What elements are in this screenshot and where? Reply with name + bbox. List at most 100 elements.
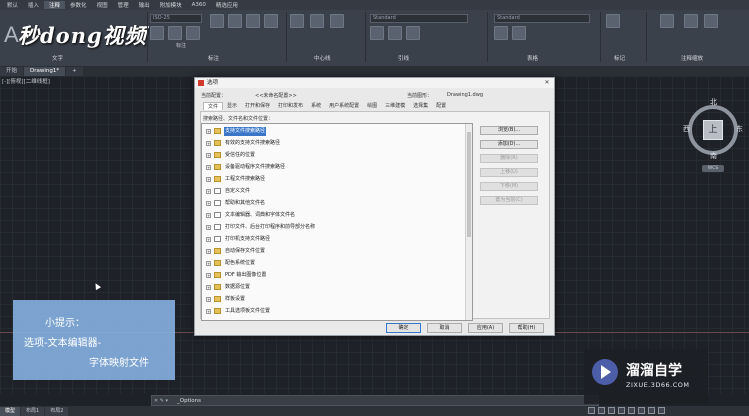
aligned-dim-icon[interactable] (168, 26, 182, 40)
command-line-icons[interactable]: ✕ ✎ ▾ (154, 398, 168, 404)
expand-icon[interactable]: + (206, 189, 211, 194)
tree-item[interactable]: + 文本编辑器、词典和字体文件名 (202, 211, 465, 220)
ortho-icon[interactable] (608, 407, 615, 414)
linear-dim-icon[interactable] (150, 26, 164, 40)
tab-files[interactable]: 文件 (203, 102, 224, 110)
leader-style-combo[interactable]: Standard (370, 14, 468, 23)
table-style-combo[interactable]: Standard (494, 14, 590, 23)
viewcube-east[interactable]: 东 (736, 124, 743, 134)
tab-layout2[interactable]: 布局2 (45, 406, 69, 416)
tab-profiles[interactable]: 配置 (432, 102, 450, 110)
tab-selection[interactable]: 选择集 (409, 102, 432, 110)
osnap-icon[interactable] (628, 407, 635, 414)
tab-start[interactable]: 开始 (0, 67, 24, 76)
menu-item-output[interactable]: 输出 (134, 1, 155, 9)
tree-item[interactable]: + 支持文件搜索路径 (202, 127, 465, 136)
browse-button[interactable]: 浏览(B)... (480, 126, 538, 135)
tree-item[interactable]: + 打印文件、后台打印程序和前导部分名称 (202, 223, 465, 232)
panel-label-text[interactable]: 文字 (52, 54, 63, 62)
tab-user-preferences[interactable]: 用户系统配置 (325, 102, 363, 110)
menu-item-view[interactable]: 视图 (92, 1, 113, 9)
viewport-controls[interactable]: [-][俯视][二维线框] (2, 77, 50, 85)
annotation-scale-icon[interactable] (660, 14, 674, 28)
snap-icon[interactable] (598, 407, 605, 414)
viewcube-west[interactable]: 西 (683, 124, 690, 134)
dim-break-icon[interactable] (210, 14, 224, 28)
expand-icon[interactable]: + (206, 249, 211, 254)
tree-item[interactable]: + 工具选项板文件位置 (202, 307, 465, 316)
menu-item-parametric[interactable]: 参数化 (65, 1, 92, 9)
polar-icon[interactable] (618, 407, 625, 414)
tree-item[interactable]: + PDF 输出图像位置 (202, 271, 465, 280)
centerline-icon[interactable] (310, 14, 324, 28)
help-button[interactable]: 帮助(H) (509, 323, 544, 333)
add-button[interactable]: 添加(D)... (480, 140, 538, 149)
tab-layout1[interactable]: 布局1 (21, 406, 45, 416)
sync-scale-icon[interactable] (704, 14, 718, 28)
expand-icon[interactable]: + (206, 129, 211, 134)
dim-override-icon[interactable] (264, 14, 278, 28)
expand-icon[interactable]: + (206, 177, 211, 182)
remove-button[interactable]: 删除(R) (480, 154, 538, 163)
multiline-text-icon[interactable]: A (4, 22, 19, 48)
tab-system[interactable]: 系统 (307, 102, 325, 110)
expand-icon[interactable]: + (206, 141, 211, 146)
scrollbar-thumb[interactable] (467, 132, 471, 237)
expand-icon[interactable]: + (206, 273, 211, 278)
align-leader-icon[interactable] (406, 26, 420, 40)
tree-item[interactable]: + 数据源位置 (202, 283, 465, 292)
lineweight-icon[interactable] (638, 407, 645, 414)
viewcube[interactable]: 上 北 南 东 西 WCS (682, 95, 746, 175)
tree-scrollbar[interactable] (465, 124, 472, 320)
viewcube-south[interactable]: 南 (710, 151, 717, 161)
panel-label-tables[interactable]: 表格 (527, 54, 538, 62)
expand-icon[interactable]: + (206, 153, 211, 158)
grid-icon[interactable] (588, 407, 595, 414)
dim-space-icon[interactable] (228, 14, 242, 28)
tab-drafting[interactable]: 绘图 (363, 102, 381, 110)
new-tab-button[interactable]: + (66, 67, 83, 76)
close-icon[interactable]: ✕ (543, 79, 551, 87)
dim-style-combo[interactable]: ISO-25 (150, 14, 202, 23)
panel-label-leaders[interactable]: 引线 (398, 54, 409, 62)
add-leader-icon[interactable] (370, 26, 384, 40)
table-icon[interactable] (494, 26, 508, 40)
remove-leader-icon[interactable] (388, 26, 402, 40)
tree-item[interactable]: + 设备驱动程序文件搜索路径 (202, 163, 465, 172)
dim-small-label[interactable]: 标注 (176, 42, 186, 49)
tree-item[interactable]: + 配色系统位置 (202, 259, 465, 268)
center-mark-icon[interactable] (290, 14, 304, 28)
tab-model[interactable]: 模型 (0, 406, 21, 416)
tree-item[interactable]: + 工程文件搜索路径 (202, 175, 465, 184)
expand-icon[interactable]: + (206, 261, 211, 266)
menu-item-addins[interactable]: 附加模块 (155, 1, 187, 9)
cancel-button[interactable]: 取消 (427, 323, 462, 333)
expand-icon[interactable]: + (206, 225, 211, 230)
expand-icon[interactable]: + (206, 309, 211, 314)
dim-adjust-icon[interactable] (246, 14, 260, 28)
menu-item-a360[interactable]: A360 (187, 2, 211, 8)
menu-item-default[interactable]: 默认 (2, 1, 23, 9)
dialog-titlebar[interactable]: 选项 ✕ (195, 78, 554, 88)
leader-icon[interactable] (330, 14, 344, 28)
menu-item-insert[interactable]: 插入 (23, 1, 44, 9)
scale-list-icon[interactable] (684, 14, 698, 28)
tree-item[interactable]: + 帮助和其他文件名 (202, 199, 465, 208)
ok-button[interactable]: 确定 (386, 323, 421, 333)
tab-open-save[interactable]: 打开和保存 (241, 102, 274, 110)
move-up-button[interactable]: 上移(U) (480, 168, 538, 177)
viewcube-north[interactable]: 北 (710, 97, 717, 107)
move-down-button[interactable]: 下移(M) (480, 182, 538, 191)
set-current-button[interactable]: 置为当前(C) (480, 196, 538, 205)
viewcube-top-face[interactable]: 上 (703, 120, 723, 140)
expand-icon[interactable]: + (206, 285, 211, 290)
extract-data-icon[interactable] (512, 26, 526, 40)
tree-item[interactable]: + 有效的支持文件搜索路径 (202, 139, 465, 148)
expand-icon[interactable]: + (206, 297, 211, 302)
tree-item[interactable]: + 样板设置 (202, 295, 465, 304)
expand-icon[interactable]: + (206, 213, 211, 218)
search-path-tree[interactable]: + 支持文件搜索路径 + 有效的支持文件搜索路径 + 受信任的位置 + 设备驱动程序文件… (201, 123, 473, 321)
expand-icon[interactable]: + (206, 237, 211, 242)
tab-drawing1[interactable]: Drawing1* (24, 67, 66, 76)
angular-dim-icon[interactable] (186, 26, 200, 40)
